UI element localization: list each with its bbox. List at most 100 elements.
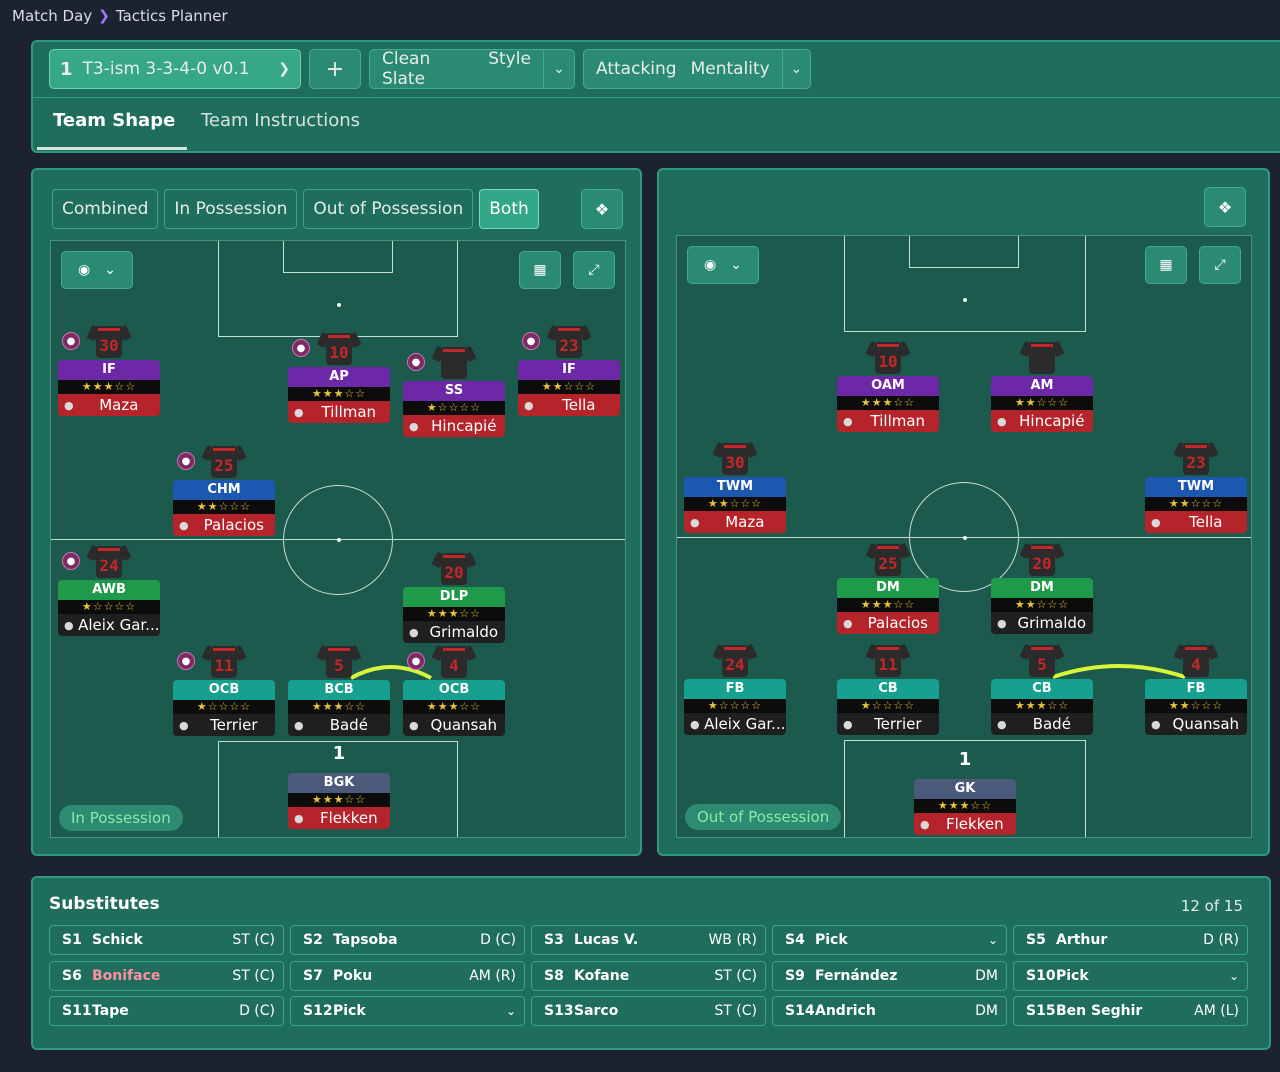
player-card[interactable]: 20 DM ★★☆☆☆ ● Grimaldo	[991, 542, 1093, 634]
view-toggle: Combined In Possession Out of Possession…	[52, 189, 539, 229]
player-card[interactable]: ● 10 AP ★★★☆☆ ● Tillman	[288, 331, 390, 423]
player-role: FB	[684, 679, 786, 699]
tactic-selector[interactable]: 1 T3-ism 3-3-4-0 v0.1 ❯	[49, 49, 301, 89]
substitute-position: AM (L)	[1194, 1003, 1239, 1019]
player-card[interactable]: 23 TWM ★★☆☆☆ ● Tella	[1145, 441, 1247, 533]
substitute-name: Arthur	[1056, 932, 1108, 948]
player-role: CHM	[173, 480, 275, 500]
shirt-icon: 10	[316, 329, 362, 369]
breadcrumb-root[interactable]: Match Day	[12, 7, 92, 25]
substitute-slot[interactable]: S12 Pick ⌄	[290, 996, 525, 1026]
substitute-position: ST (C)	[232, 968, 275, 984]
substitute-slot[interactable]: S10 Pick ⌄	[1013, 961, 1248, 991]
player-card[interactable]: ● 4 OCB ★★★☆☆ ● Quansah	[403, 644, 505, 736]
grid-icon[interactable]: ▦	[1145, 246, 1187, 284]
view-out-of-possession[interactable]: Out of Possession	[303, 189, 474, 229]
role-rating-stars: ★☆☆☆☆	[837, 699, 939, 713]
person-icon: ●	[64, 618, 74, 632]
player-card[interactable]: 10 OAM ★★★☆☆ ● Tillman	[837, 340, 939, 432]
add-tactic-button[interactable]: +	[309, 49, 361, 89]
player-card[interactable]: 5 BCB ★★★☆☆ ● Badé	[288, 644, 390, 736]
person-icon: ●	[64, 398, 74, 412]
player-card[interactable]: ● 24 AWB ★☆☆☆☆ ● Aleix Gar...	[58, 544, 160, 636]
shirt-icon: 4	[1173, 641, 1219, 681]
shirt-icon: 30	[712, 439, 758, 479]
slot-code: S7	[303, 968, 323, 984]
substitute-slot[interactable]: S2 Tapsoba D (C)	[290, 925, 525, 955]
player-card[interactable]: 5 CB ★★★☆☆ ● Badé	[991, 643, 1093, 735]
tab-team-instructions[interactable]: Team Instructions	[201, 110, 360, 131]
shirt-number: 25	[878, 554, 898, 573]
role-rating-stars: ★★★☆☆	[837, 396, 939, 410]
substitute-slot[interactable]: S8 Kofane ST (C)	[531, 961, 766, 991]
tab-team-shape[interactable]: Team Shape	[53, 110, 175, 131]
substitute-slot[interactable]: S15 Ben Seghir AM (L)	[1013, 996, 1248, 1026]
player-card[interactable]: AM ★★☆☆☆ ● Hincapié	[991, 340, 1093, 432]
player-card[interactable]: 11 CB ★☆☆☆☆ ● Terrier	[837, 643, 939, 735]
mentality-value: Attacking	[596, 59, 677, 79]
substitute-slot[interactable]: S4 Pick ⌄	[772, 925, 1007, 955]
substitute-slot[interactable]: S1 Schick ST (C)	[49, 925, 284, 955]
chevron-down-icon: ⌄	[1228, 969, 1239, 983]
substitute-name: Ben Seghir	[1056, 1003, 1143, 1019]
player-name: Terrier	[874, 715, 922, 733]
player-card[interactable]: ● 11 OCB ★☆☆☆☆ ● Terrier	[173, 644, 275, 736]
player-card[interactable]: 30 TWM ★★☆☆☆ ● Maza	[684, 441, 786, 533]
visibility-dropdown[interactable]: ◉ ⌄	[687, 246, 759, 284]
player-role: CB	[991, 679, 1093, 699]
shirt-number: 11	[878, 655, 898, 674]
substitute-slot[interactable]: S14 Andrich DM	[772, 996, 1007, 1026]
substitute-name: Pick	[333, 1003, 366, 1019]
shirt-icon: 24	[86, 542, 132, 582]
role-rating-stars: ★☆☆☆☆	[173, 700, 275, 714]
player-name: Aleix Gar...	[78, 616, 160, 634]
shirt-number: 10	[329, 343, 349, 362]
player-card[interactable]: ● 25 CHM ★★☆☆☆ ● Palacios	[173, 444, 275, 536]
chevron-right-icon: ❯	[98, 8, 110, 24]
style-selector[interactable]: Clean Slate Style ⌄	[369, 49, 575, 89]
view-combined[interactable]: Combined	[52, 189, 159, 229]
substitute-position: ST (C)	[232, 932, 275, 948]
mentality-selector[interactable]: Attacking Mentality ⌄	[583, 49, 811, 89]
substitute-name: Tape	[92, 1003, 129, 1019]
player-card[interactable]: 20 DLP ★★★☆☆ ● Grimaldo	[403, 551, 505, 643]
substitute-slot[interactable]: S13 Sarco ST (C)	[531, 996, 766, 1026]
view-both[interactable]: Both	[479, 189, 539, 229]
slot-code: S12	[303, 1003, 333, 1019]
slot-code: S11	[62, 1003, 92, 1019]
player-card[interactable]: ● 23 IF ★★☆☆☆ ● Tella	[518, 324, 620, 416]
substitute-slot[interactable]: S3 Lucas V. WB (R)	[531, 925, 766, 955]
player-card[interactable]: ● 30 IF ★★★☆☆ ● Maza	[58, 324, 160, 416]
shirt-number: 10	[878, 352, 898, 371]
substitute-slot[interactable]: S11 Tape D (C)	[49, 996, 284, 1026]
expand-icon[interactable]: ⤢	[573, 251, 615, 289]
chevron-down-icon[interactable]: ⌄	[781, 50, 810, 88]
visibility-dropdown[interactable]: ◉ ⌄	[61, 251, 133, 289]
shirt-number: 30	[725, 453, 745, 472]
substitute-slot[interactable]: S7 Poku AM (R)	[290, 961, 525, 991]
player-role: BCB	[288, 680, 390, 700]
grid-icon[interactable]: ▦	[519, 251, 561, 289]
player-card[interactable]: 4 FB ★★☆☆☆ ● Quansah	[1145, 643, 1247, 735]
shirt-number: 20	[444, 563, 464, 582]
shirt-icon: 11	[865, 641, 911, 681]
player-name: Badé	[1032, 715, 1071, 733]
player-card[interactable]: 25 DM ★★★☆☆ ● Palacios	[837, 542, 939, 634]
person-icon: ●	[997, 616, 1007, 630]
player-role: IF	[518, 360, 620, 380]
player-card[interactable]: ● SS ★☆☆☆☆ ● Hincapié	[403, 345, 505, 437]
shirt-number: 1	[958, 749, 972, 770]
expand-icon[interactable]: ⤢	[1199, 246, 1241, 284]
swap-icon[interactable]: ❖	[581, 189, 623, 229]
shirt-number: 23	[559, 336, 579, 355]
swap-icon[interactable]: ❖	[1204, 187, 1246, 227]
player-card[interactable]: 1 GK ★★★☆☆ ● Flekken	[914, 749, 1016, 835]
substitute-slot[interactable]: S5 Arthur D (R)	[1013, 925, 1248, 955]
substitute-slot[interactable]: S6 Boniface ST (C)	[49, 961, 284, 991]
view-in-possession[interactable]: In Possession	[164, 189, 298, 229]
player-card[interactable]: 24 FB ★☆☆☆☆ ● Aleix Gar...	[684, 643, 786, 735]
player-card[interactable]: 1 BGK ★★★☆☆ ● Flekken	[288, 743, 390, 829]
substitute-slot[interactable]: S9 Fernández DM	[772, 961, 1007, 991]
chevron-down-icon[interactable]: ⌄	[542, 50, 574, 88]
slot-code: S8	[544, 968, 564, 984]
